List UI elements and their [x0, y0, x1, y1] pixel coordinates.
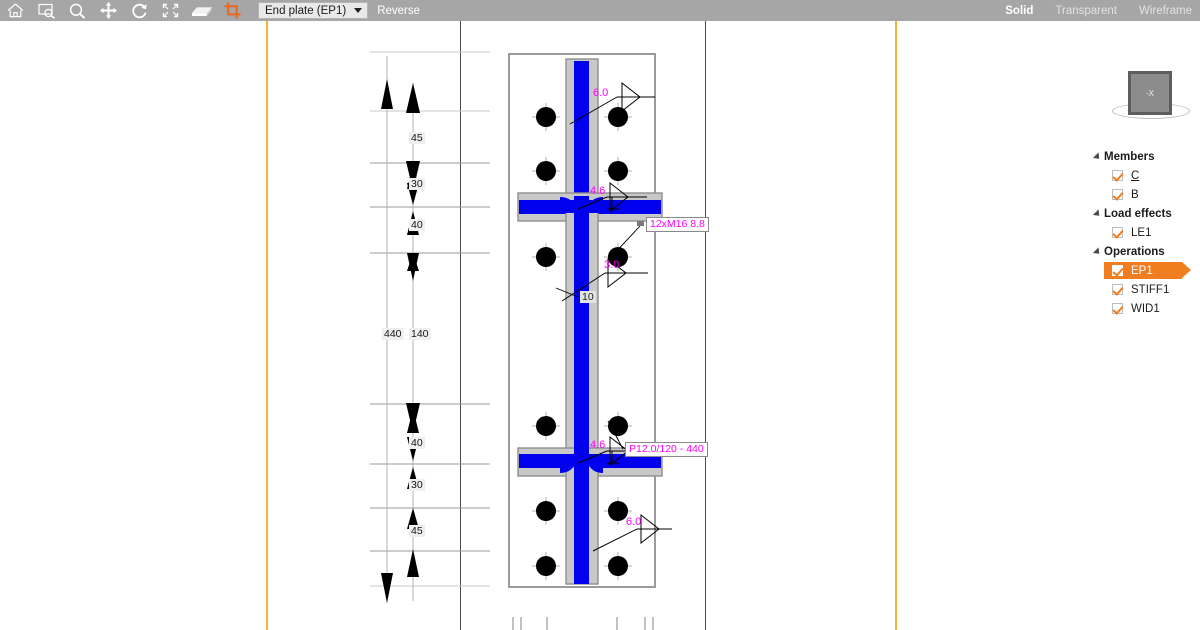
solid-block-icon[interactable] [186, 0, 217, 21]
weld-label: 4.6 [590, 439, 606, 451]
tree-item-label: C [1131, 169, 1140, 182]
weld-label: 6.0 [593, 87, 609, 99]
tree-item-le1[interactable]: LE1 [1090, 223, 1200, 242]
zoom-region-icon[interactable] [31, 0, 62, 21]
crop-icon[interactable] [217, 0, 248, 21]
model-tree[interactable]: Members C B Load effects LE1 Operations … [1090, 147, 1200, 318]
plate-label: P12.0/120 - 440 [625, 442, 708, 457]
tree-group-operations: Operations EP1 STIFF1 WID1 [1090, 242, 1200, 318]
zoom-icon[interactable] [62, 0, 93, 21]
render-mode-wireframe[interactable]: Wireframe [1139, 5, 1192, 17]
tree-item-stiff1[interactable]: STIFF1 [1090, 280, 1200, 299]
bolt-assembly-label: 12xM16 8.8 [646, 217, 709, 232]
connection-model[interactable] [0, 21, 1200, 630]
tree-group-label: Members [1104, 150, 1155, 163]
render-mode-group: Solid Transparent Wireframe [983, 0, 1200, 21]
weld-label: 4.6 [590, 185, 606, 197]
operation-select[interactable]: End plate (EP1) [258, 2, 369, 19]
rotate-icon[interactable] [124, 0, 155, 21]
tree-item-label: EP1 [1131, 264, 1153, 277]
tree-item-ep1[interactable]: EP1 [1090, 261, 1200, 280]
checkbox-icon[interactable] [1112, 303, 1123, 314]
tree-group-header-members[interactable]: Members [1090, 147, 1200, 166]
tree-item-wid1[interactable]: WID1 [1090, 299, 1200, 318]
weld-label: 6.0 [626, 516, 642, 528]
tree-item-label: LE1 [1131, 226, 1152, 239]
lower-web-core [574, 466, 589, 584]
chevron-expand-icon[interactable] [1090, 147, 1104, 166]
view-cube[interactable]: -X [1108, 67, 1194, 129]
view-cube-face[interactable]: -X [1128, 71, 1172, 115]
render-mode-transparent[interactable]: Transparent [1055, 5, 1117, 17]
fit-screen-icon[interactable] [155, 0, 186, 21]
top-toolbar: End plate (EP1) Reverse Solid Transparen… [0, 0, 1200, 21]
chevron-expand-icon[interactable] [1090, 204, 1104, 223]
bottom-section-marks [512, 617, 654, 630]
operation-select-value: End plate (EP1) [265, 4, 347, 17]
checkbox-icon[interactable] [1112, 284, 1123, 295]
render-mode-solid[interactable]: Solid [1005, 5, 1033, 17]
home-icon[interactable] [0, 0, 31, 21]
tree-group-load-effects: Load effects LE1 [1090, 204, 1200, 242]
checkbox-icon[interactable] [1112, 170, 1123, 181]
checkbox-icon[interactable] [1112, 189, 1123, 200]
tree-item-label: B [1131, 188, 1139, 201]
weld-label: 3.0 [604, 259, 620, 271]
tree-item-label: WID1 [1131, 302, 1160, 315]
tree-group-header-operations[interactable]: Operations [1090, 242, 1200, 261]
checkbox-icon[interactable] [1112, 227, 1123, 238]
tree-item-label: STIFF1 [1131, 283, 1170, 296]
tree-group-label: Load effects [1104, 207, 1172, 220]
pan-icon[interactable] [93, 0, 124, 21]
thickness-label: 10 [580, 291, 596, 303]
tree-group-header-load-effects[interactable]: Load effects [1090, 204, 1200, 223]
tree-item-c[interactable]: C [1090, 166, 1200, 185]
tree-group-members: Members C B [1090, 147, 1200, 204]
tree-group-label: Operations [1104, 245, 1165, 258]
tree-item-b[interactable]: B [1090, 185, 1200, 204]
chevron-expand-icon[interactable] [1090, 242, 1104, 261]
chevron-down-icon [354, 8, 363, 13]
model-viewport[interactable]: 45 30 40 440 140 40 30 45 6.0 4.6 3.0 4.… [0, 21, 1200, 630]
reverse-button[interactable]: Reverse [377, 5, 420, 17]
central-web-core [574, 211, 589, 461]
checkbox-icon[interactable] [1112, 265, 1123, 276]
upper-web-core [574, 61, 589, 204]
